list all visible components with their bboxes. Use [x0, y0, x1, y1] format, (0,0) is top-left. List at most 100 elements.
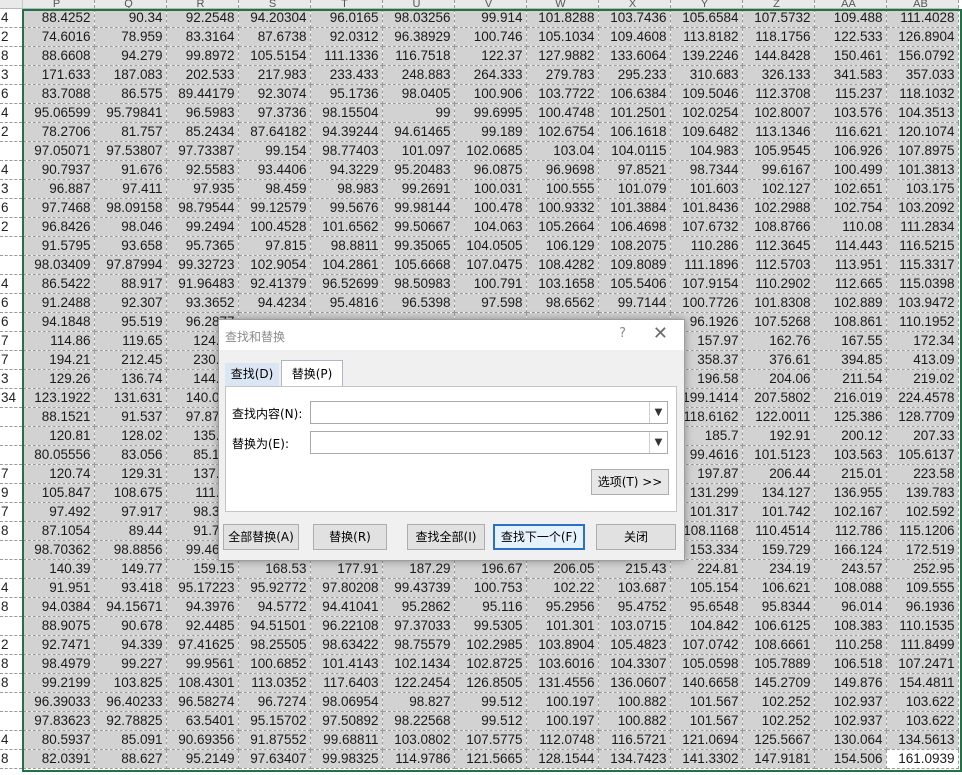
cell[interactable]: 99.2494	[166, 217, 239, 237]
cell[interactable]: 171.633	[22, 65, 95, 85]
cell[interactable]: 108.4301	[166, 673, 239, 693]
cell[interactable]: 99.50667	[382, 217, 455, 237]
cell[interactable]: 102.22	[526, 578, 599, 598]
cell[interactable]: 105.6137	[886, 445, 959, 465]
cell[interactable]: 100.906	[454, 84, 527, 104]
cell[interactable]: 99.5305	[454, 616, 527, 636]
cell[interactable]: 95.15702	[238, 711, 311, 731]
corner-cell[interactable]	[0, 0, 23, 9]
cell[interactable]: 108.383	[814, 616, 887, 636]
cell[interactable]: 97.53807	[94, 141, 167, 161]
cell[interactable]: 168.53	[238, 559, 311, 579]
cell[interactable]: 101.079	[598, 179, 671, 199]
cell[interactable]: 101.6562	[310, 217, 383, 237]
cell[interactable]: 102.252	[742, 692, 815, 712]
cell[interactable]: 105.9545	[742, 141, 815, 161]
cell[interactable]: 110.1535	[886, 616, 959, 636]
cell[interactable]: 109.488	[814, 8, 887, 28]
cell[interactable]: 95.06599	[22, 103, 95, 123]
cell[interactable]: 98.827	[382, 692, 455, 712]
cell[interactable]: 122.0011	[742, 407, 815, 427]
find-what-combobox[interactable]: ▼	[310, 401, 668, 424]
cell[interactable]: 98.03256	[382, 8, 455, 28]
cell[interactable]: 98.8811	[310, 236, 383, 256]
cell[interactable]: 105.5406	[598, 274, 671, 294]
cell[interactable]: 95.2149	[166, 749, 239, 769]
cell[interactable]: 105.4823	[598, 635, 671, 655]
cell[interactable]: 326.133	[742, 65, 815, 85]
cell[interactable]: 94.339	[94, 635, 167, 655]
cell[interactable]: 96.0875	[454, 160, 527, 180]
cell[interactable]: 224.4578	[886, 388, 959, 408]
row-number[interactable]: 6	[0, 84, 23, 104]
cell[interactable]: 357.033	[886, 65, 959, 85]
cell[interactable]: 92.7471	[22, 635, 95, 655]
cell[interactable]: 94.51501	[238, 616, 311, 636]
cell[interactable]: 112.786	[814, 521, 887, 541]
cell[interactable]: 187.083	[94, 65, 167, 85]
cell[interactable]: 103.175	[886, 179, 959, 199]
cell[interactable]: 105.847	[22, 483, 95, 503]
cell[interactable]: 167.55	[814, 331, 887, 351]
cell[interactable]: 89.44	[94, 521, 167, 541]
cell[interactable]: 94.3229	[310, 160, 383, 180]
cell[interactable]: 99.227	[94, 654, 167, 674]
cell[interactable]: 128.7709	[886, 407, 959, 427]
row-number[interactable]: 6	[0, 312, 23, 332]
cell[interactable]: 98.046	[94, 217, 167, 237]
cell[interactable]: 95.17223	[166, 578, 239, 598]
cell[interactable]: 97.598	[454, 293, 527, 313]
cell[interactable]: 97.50892	[310, 711, 383, 731]
cell[interactable]: 109.6482	[670, 122, 743, 142]
cell[interactable]: 101.097	[382, 141, 455, 161]
cell[interactable]: 100.7726	[670, 293, 743, 313]
cell[interactable]: 101.8436	[670, 198, 743, 218]
cell[interactable]: 105.6668	[382, 255, 455, 275]
cell[interactable]: 94.3976	[166, 597, 239, 617]
cell[interactable]: 295.233	[598, 65, 671, 85]
cell[interactable]: 98.8856	[94, 540, 167, 560]
cell[interactable]: 100.753	[454, 578, 527, 598]
cell[interactable]: 125.386	[814, 407, 887, 427]
cell[interactable]: 131.4556	[526, 673, 599, 693]
cell[interactable]: 95.4816	[310, 293, 383, 313]
cell[interactable]: 102.754	[814, 198, 887, 218]
cell[interactable]: 200.12	[814, 426, 887, 446]
cell[interactable]: 172.34	[886, 331, 959, 351]
cell[interactable]: 105.5154	[238, 46, 311, 66]
cell[interactable]: 97.05071	[22, 141, 95, 161]
cell[interactable]: 95.116	[454, 597, 527, 617]
cell[interactable]: 97.80208	[310, 578, 383, 598]
cell[interactable]: 96.014	[814, 597, 887, 617]
cell[interactable]: 102.1434	[382, 654, 455, 674]
chevron-down-icon[interactable]: ▼	[649, 402, 667, 423]
row-number[interactable]: 8	[0, 673, 23, 693]
cell[interactable]: 136.0607	[598, 673, 671, 693]
cell[interactable]: 99.98325	[310, 749, 383, 769]
cell[interactable]: 100.791	[454, 274, 527, 294]
active-cell[interactable]: 161.0939	[886, 749, 959, 769]
cell[interactable]: 341.583	[814, 65, 887, 85]
cell[interactable]: 101.567	[670, 711, 743, 731]
cell[interactable]: 107.2471	[886, 654, 959, 674]
cell[interactable]: 85.091	[94, 730, 167, 750]
cell[interactable]: 95.4752	[598, 597, 671, 617]
row-number[interactable]: 2	[0, 635, 23, 655]
cell[interactable]: 101.8308	[742, 293, 815, 313]
cell[interactable]: 102.8007	[742, 103, 815, 123]
cell[interactable]: 248.883	[382, 65, 455, 85]
cell[interactable]: 96.5983	[166, 103, 239, 123]
cell[interactable]: 99.189	[454, 122, 527, 142]
replace-with-input[interactable]	[313, 433, 647, 454]
row-number[interactable]	[0, 445, 23, 465]
cell[interactable]: 114.443	[814, 236, 887, 256]
find-all-button[interactable]: 查找全部(I)	[407, 524, 485, 550]
cell[interactable]: 103.04	[526, 141, 599, 161]
cell[interactable]: 117.6403	[310, 673, 383, 693]
cell[interactable]: 106.518	[814, 654, 887, 674]
cell[interactable]: 80.5937	[22, 730, 95, 750]
cell[interactable]: 94.4234	[238, 293, 311, 313]
cell[interactable]: 87.6738	[238, 27, 311, 47]
cell[interactable]: 92.5583	[166, 160, 239, 180]
cell[interactable]: 86.575	[94, 84, 167, 104]
